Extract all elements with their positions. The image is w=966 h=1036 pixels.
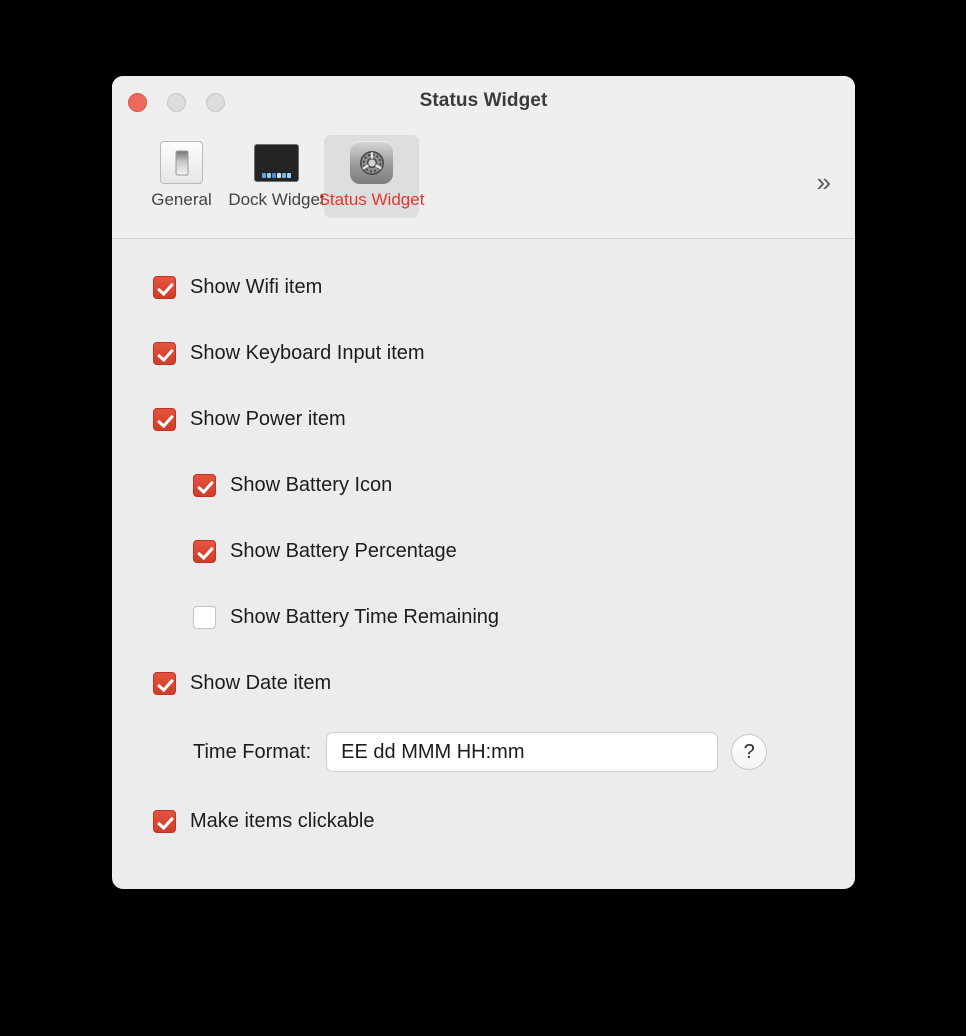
label-show-battery-icon: Show Battery Icon <box>230 473 393 496</box>
label-show-wifi-item: Show Wifi item <box>190 275 323 298</box>
time-format-label: Time Format: <box>193 740 312 763</box>
label-show-battery-percentage: Show Battery Percentage <box>230 539 457 562</box>
gear-preferences-icon <box>349 139 395 185</box>
checkbox-show-wifi-item[interactable] <box>153 275 176 299</box>
checkbox-show-date-item[interactable] <box>153 671 176 695</box>
tab-dock-widget-label: Dock Widget <box>228 190 325 209</box>
label-show-battery-time-remaining: Show Battery Time Remaining <box>230 605 500 628</box>
time-format-input[interactable] <box>326 732 719 772</box>
label-show-power-item: Show Power item <box>190 407 346 430</box>
setting-row-show-power-item[interactable]: Show Power item <box>112 401 855 437</box>
title-bar: Status Widget <box>112 76 855 129</box>
tab-status-widget-label: Status Widget <box>318 190 425 209</box>
setting-row-show-battery-time-remaining[interactable]: Show Battery Time Remaining <box>112 599 855 635</box>
tab-general-label: General <box>151 190 212 209</box>
setting-row-show-battery-icon[interactable]: Show Battery Icon <box>112 467 855 503</box>
setting-row-show-battery-percentage[interactable]: Show Battery Percentage <box>112 533 855 569</box>
checkbox-show-keyboard-input-item[interactable] <box>153 341 176 365</box>
checkbox-make-items-clickable[interactable] <box>153 809 176 833</box>
window-title: Status Widget <box>419 90 548 111</box>
checkbox-show-power-item[interactable] <box>153 407 176 431</box>
help-button[interactable]: ? <box>731 734 768 770</box>
time-format-row: Time Format: ? <box>112 731 855 773</box>
tab-dock-widget[interactable]: Dock Widget <box>228 135 325 218</box>
settings-panel: Show Wifi item Show Keyboard Input item … <box>112 239 855 839</box>
label-make-items-clickable: Make items clickable <box>190 809 375 832</box>
light-switch-icon <box>159 139 205 185</box>
toolbar-tab-list: General Dock Widget Status Widget <box>134 129 424 218</box>
setting-row-make-items-clickable[interactable]: Make items clickable <box>112 803 855 839</box>
chevron-double-right-icon[interactable]: » <box>817 169 831 195</box>
checkbox-show-battery-time-remaining[interactable] <box>193 605 216 629</box>
label-show-date-item: Show Date item <box>190 671 332 694</box>
preferences-toolbar: General Dock Widget Status Widget » <box>112 129 855 239</box>
dock-screen-icon <box>254 139 300 185</box>
preferences-window: Status Widget General Dock Widget Status… <box>112 76 855 889</box>
tab-general[interactable]: General <box>134 135 229 218</box>
setting-row-show-keyboard-input-item[interactable]: Show Keyboard Input item <box>112 335 855 371</box>
setting-row-show-wifi-item[interactable]: Show Wifi item <box>112 269 855 305</box>
label-show-keyboard-input-item: Show Keyboard Input item <box>190 341 425 364</box>
checkbox-show-battery-percentage[interactable] <box>193 539 216 563</box>
setting-row-show-date-item[interactable]: Show Date item <box>112 665 855 701</box>
tab-status-widget[interactable]: Status Widget <box>319 135 424 218</box>
checkbox-show-battery-icon[interactable] <box>193 473 216 497</box>
